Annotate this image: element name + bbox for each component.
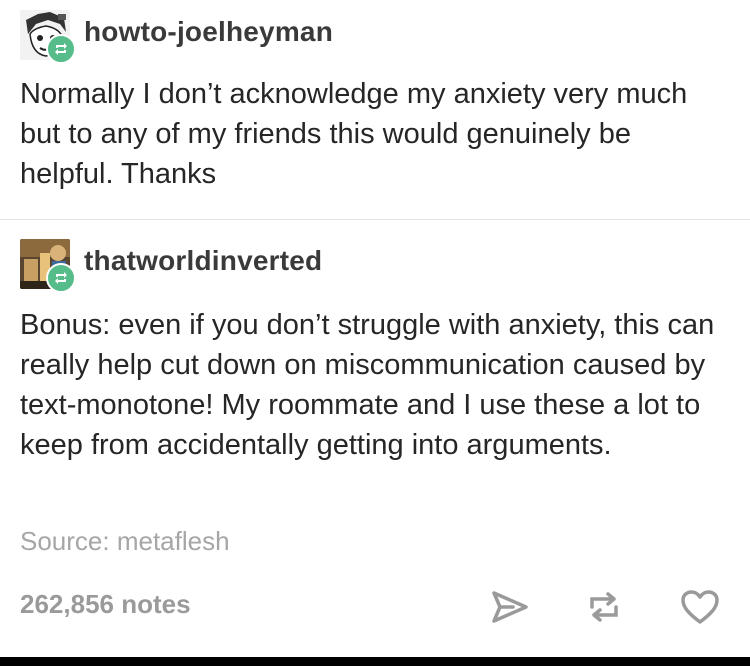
reblog-icon [55,272,67,284]
share-button[interactable] [488,585,532,629]
reblog-entry-1: howto-joelheyman Normally I don’t acknow… [0,0,750,220]
post-actions [0,585,750,629]
reblog-button[interactable] [582,585,626,629]
reblog-icon [590,592,618,622]
like-button[interactable] [678,585,722,629]
post-body: Normally I don’t acknowledge my anxiety … [20,78,688,190]
divider [0,219,750,220]
source-link[interactable]: Source: metaflesh [20,526,230,557]
reblog-icon [55,43,67,55]
avatar-group[interactable] [20,10,76,70]
post-body: Bonus: even if you don’t struggle with a… [20,309,715,461]
reblog-badge [46,34,76,64]
username[interactable]: howto-joelheyman [84,16,333,48]
reblog-badge [46,263,76,293]
avatar-group[interactable] [20,239,76,299]
reblog-entry-2: thatworldinverted Bonus: even if you don… [0,221,750,657]
username[interactable]: thatworldinverted [84,245,322,277]
share-icon [492,591,528,623]
heart-icon [681,590,719,624]
bottom-bar [0,657,750,666]
